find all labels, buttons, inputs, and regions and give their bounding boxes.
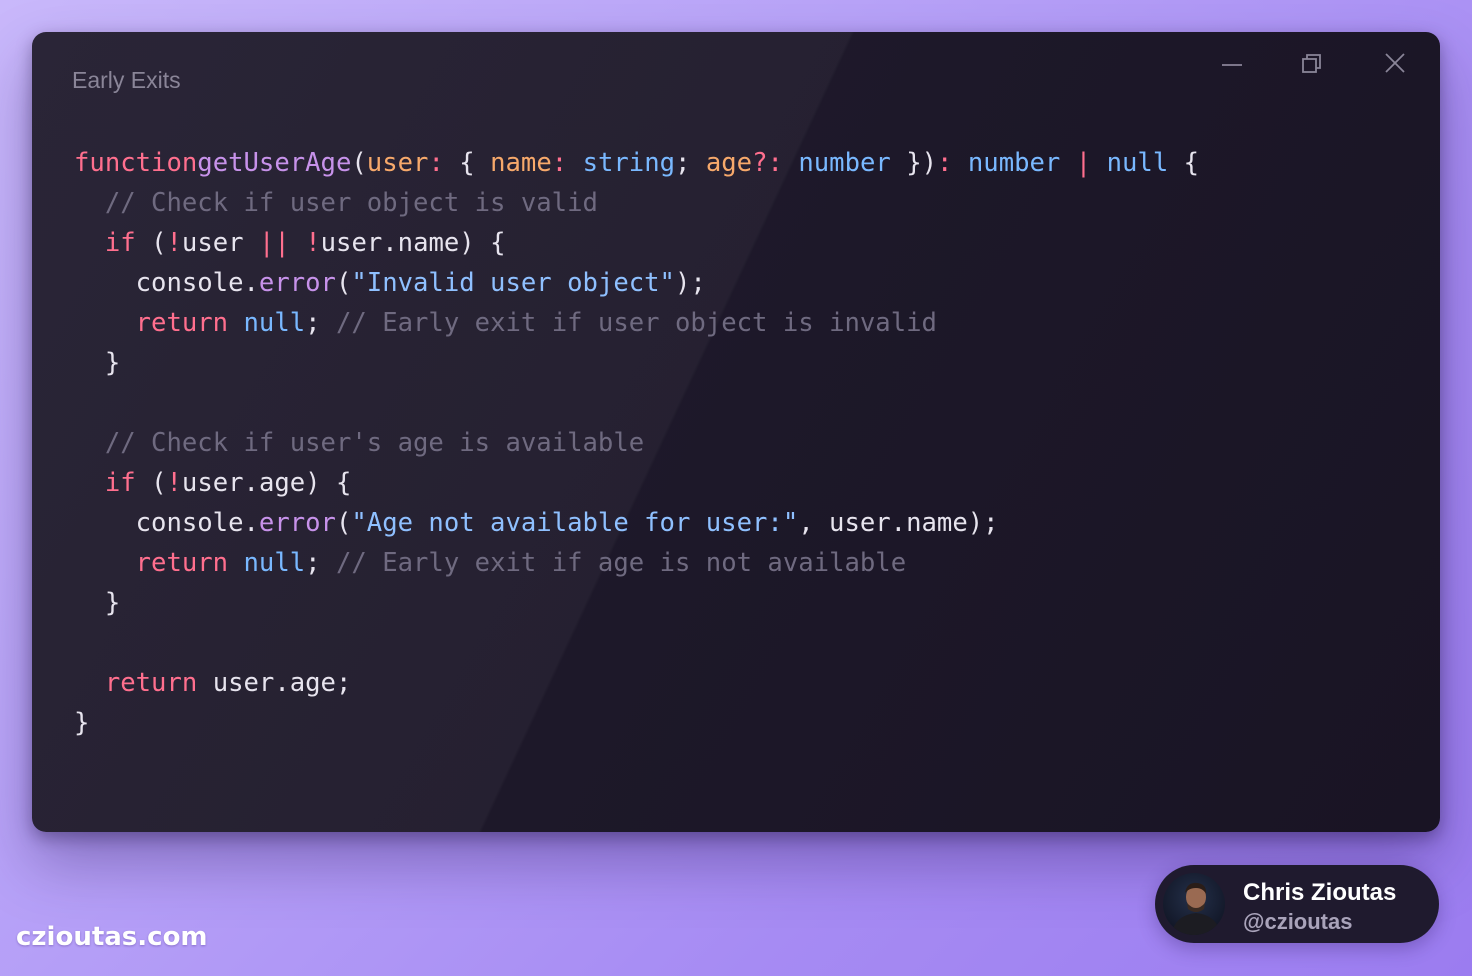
string-token: "Age not available for user:" xyxy=(351,508,799,538)
code-line: return user.age; xyxy=(74,663,1199,703)
code-line: if (!user.age) { xyxy=(74,463,1199,503)
code-token: user.age) { xyxy=(181,468,352,498)
function-token: error xyxy=(258,268,336,298)
keyword-token: | xyxy=(1075,148,1092,178)
code-line: return null; // Early exit if age is not… xyxy=(74,543,1199,583)
keyword-token: ! xyxy=(166,468,182,498)
close-icon xyxy=(1378,52,1414,76)
type-token: null xyxy=(243,548,306,578)
type-token: number xyxy=(967,148,1061,178)
code-line: return null; // Early exit if user objec… xyxy=(74,303,1199,343)
code-line: if (!user || !user.name) { xyxy=(74,223,1199,263)
code-token: ( xyxy=(351,148,367,178)
minimize-icon xyxy=(1214,52,1250,76)
keyword-token: ! xyxy=(166,228,182,258)
comment-token: // Check if user's age is available xyxy=(104,428,645,458)
code-token: ; xyxy=(305,548,336,578)
type-token: number xyxy=(798,148,891,178)
function-token: error xyxy=(258,508,336,538)
code-token: ; xyxy=(675,148,706,178)
restore-icon xyxy=(1294,52,1330,76)
comment-token: // Check if user object is valid xyxy=(104,188,598,218)
keyword-token: : xyxy=(937,148,953,178)
code-token: ); xyxy=(674,268,706,298)
string-token: "Invalid user object" xyxy=(351,268,675,298)
code-line: functiongetUserAge(user: { name: string;… xyxy=(74,143,1199,183)
code-token: { xyxy=(1168,148,1200,178)
code-line: } xyxy=(74,703,1199,743)
comment-token: // Early exit if user object is invalid xyxy=(335,308,937,338)
keyword-token: || xyxy=(258,228,290,258)
keyword-token: ! xyxy=(305,228,321,258)
code-line: // Check if user's age is available xyxy=(74,423,1199,463)
close-button[interactable] xyxy=(1378,52,1414,76)
comment-token: // Early exit if age is not available xyxy=(335,548,907,578)
type-token: null xyxy=(243,308,306,338)
code-line: console.error("Age not available for use… xyxy=(74,503,1199,543)
code-window: Early Exits functiongetUserAge(user: { n… xyxy=(32,32,1440,832)
profile-card: Chris Zioutas @czioutas xyxy=(1155,865,1439,943)
property-token: user xyxy=(366,148,429,178)
code-token: ; xyxy=(305,308,336,338)
code-token: { xyxy=(443,148,491,178)
code-token: , user.name); xyxy=(798,508,999,538)
code-token: ( xyxy=(135,228,167,258)
code-token: ( xyxy=(135,468,167,498)
keyword-token: : xyxy=(551,148,568,178)
code-line: console.error("Invalid user object"); xyxy=(74,263,1199,303)
function-token: getUserAge xyxy=(197,148,352,178)
avatar xyxy=(1163,873,1225,935)
window-title: Early Exits xyxy=(72,67,181,93)
code-token: ( xyxy=(335,508,352,538)
property-token: name xyxy=(490,148,552,178)
code-token: ( xyxy=(335,268,352,298)
keyword-token: : xyxy=(428,148,444,178)
code-token: }) xyxy=(890,148,938,178)
code-token: } xyxy=(74,708,90,738)
restore-button[interactable] xyxy=(1294,52,1330,76)
keyword-token: return xyxy=(104,668,198,698)
type-token: string xyxy=(582,148,676,178)
code-token: console. xyxy=(74,268,259,298)
code-line: } xyxy=(74,583,1199,623)
keyword-token: function xyxy=(74,148,198,178)
profile-name: Chris Zioutas xyxy=(1243,879,1397,906)
code-line: } xyxy=(74,343,1199,383)
site-url[interactable]: czioutas.com xyxy=(16,922,208,952)
minimize-button[interactable] xyxy=(1214,52,1250,76)
code-token: user.age; xyxy=(197,668,352,698)
code-token: } xyxy=(74,588,121,618)
code-token: user xyxy=(181,228,259,258)
code-token: console. xyxy=(74,508,259,538)
keyword-token: if xyxy=(104,228,136,258)
code-line: // Check if user object is valid xyxy=(74,183,1199,223)
keyword-token: if xyxy=(104,468,136,498)
type-token: null xyxy=(1106,148,1169,178)
code-token: user.name) { xyxy=(320,228,506,258)
profile-handle: @czioutas xyxy=(1243,909,1353,934)
property-token: age xyxy=(705,148,753,178)
code-token: } xyxy=(74,348,121,378)
keyword-token: ?: xyxy=(752,148,783,178)
keyword-token: return xyxy=(135,548,229,578)
keyword-token: return xyxy=(135,308,229,338)
code-block: functiongetUserAge(user: { name: string;… xyxy=(74,143,1199,743)
